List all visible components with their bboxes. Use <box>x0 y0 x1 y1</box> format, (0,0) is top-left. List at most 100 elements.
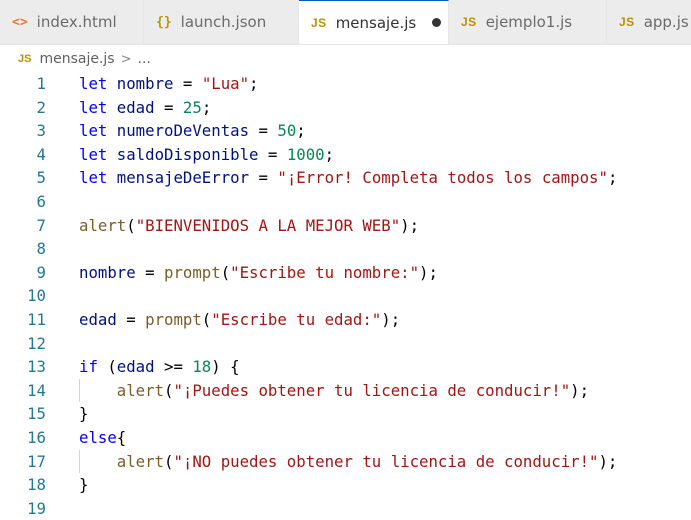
token-pun: ( <box>201 309 212 329</box>
token-pun <box>79 381 117 400</box>
token-kw: if <box>79 357 98 377</box>
token-fn: prompt <box>164 262 221 282</box>
token-pun: } <box>79 475 89 495</box>
editor-tab-bar: <> index.html {} launch.json JS mensaje.js JS e… <box>0 0 691 45</box>
token-pun <box>107 98 116 117</box>
code-line[interactable]: 13 if (edad >= 18) { <box>0 355 691 379</box>
breadcrumb-symbols[interactable]: ... <box>138 51 151 67</box>
token-var: edad <box>116 97 155 117</box>
code-line[interactable]: 15} <box>0 402 691 426</box>
token-var: nombre <box>79 262 136 282</box>
tab-label: app.js <box>643 13 689 31</box>
line-number: 8 <box>36 239 46 259</box>
token-str: "BIENVENIDOS A LA MEJOR WEB" <box>135 215 401 235</box>
code-line[interactable]: 7 alert("BIENVENIDOS A LA MEJOR WEB"); <box>0 214 691 238</box>
line-number: 9 <box>36 262 46 282</box>
line-number: 17 <box>27 451 46 471</box>
code-text: } <box>79 402 88 426</box>
token-pun <box>107 145 116 164</box>
code-text: } <box>79 473 88 497</box>
code-line[interactable]: 3 let numeroDeVentas = 50; <box>0 119 691 143</box>
code-text: alert("¡Puedes obtener tu licencia de co… <box>79 379 589 403</box>
tab-label: launch.json <box>180 13 267 31</box>
line-number: 1 <box>36 74 46 93</box>
breadcrumb: JS mensaje.js > ... <box>0 48 151 70</box>
token-kw: else <box>79 427 117 447</box>
token-pun: ); <box>381 309 401 329</box>
token-pun: = <box>249 121 278 141</box>
js-file-icon: JS <box>461 15 477 29</box>
token-fn: alert <box>116 380 165 400</box>
line-number: 13 <box>27 357 46 377</box>
token-pun: { <box>116 427 127 447</box>
code-line[interactable]: 19 <box>0 497 691 520</box>
tab-app-js[interactable]: JS app.js <box>607 0 691 44</box>
code-line[interactable]: 1 let nombre = "Lua"; <box>0 72 691 96</box>
token-pun: = <box>135 262 165 282</box>
code-line[interactable]: 18} <box>0 473 691 497</box>
line-number: 10 <box>27 286 46 306</box>
tab-launch-json[interactable]: {} launch.json <box>144 0 299 44</box>
code-line[interactable]: 8 <box>0 237 691 261</box>
code-line[interactable]: 2 let edad = 25; <box>0 96 691 120</box>
code-text: let numeroDeVentas = 50; <box>79 119 306 143</box>
json-file-icon: {} <box>156 14 172 30</box>
tab-label: index.html <box>36 13 117 31</box>
line-number: 12 <box>27 333 46 353</box>
token-kw: let <box>79 97 108 117</box>
tab-mensaje-js[interactable]: JS mensaje.js <box>299 0 449 44</box>
token-num: 1000 <box>286 144 325 164</box>
breadcrumb-file[interactable]: mensaje.js <box>39 51 114 67</box>
line-number: 5 <box>36 168 46 188</box>
token-fn: alert <box>79 215 127 235</box>
token-pun: = <box>154 97 183 117</box>
code-line[interactable]: 5 let mensajeDeError = "¡Error! Completa … <box>0 166 691 190</box>
code-line[interactable]: 14 alert("¡Puedes obtener tu licencia de… <box>0 378 691 403</box>
code-text: let saldoDisponible = 1000; <box>79 143 334 167</box>
line-number: 14 <box>27 380 46 400</box>
line-number: 2 <box>36 97 46 117</box>
token-pun <box>107 168 116 187</box>
token-str: "Lua" <box>201 74 250 93</box>
js-file-icon: JS <box>619 15 635 29</box>
line-number: 6 <box>36 191 46 211</box>
token-kw: let <box>79 74 108 93</box>
token-var: mensajeDeError <box>116 168 250 188</box>
unsaved-dot-icon[interactable] <box>432 18 442 27</box>
code-line[interactable]: 9 nombre = prompt("Escribe tu nombre:"); <box>0 261 691 285</box>
tab-index-html[interactable]: <> index.html <box>0 0 144 44</box>
token-str: "¡Puedes obtener tu licencia de conducir… <box>173 380 571 400</box>
token-pun: >= <box>154 357 193 377</box>
line-number: 3 <box>36 121 46 141</box>
code-line[interactable]: 12 <box>0 332 691 356</box>
code-line[interactable]: 17 alert("¡NO puedes obtener tu licencia… <box>0 449 691 474</box>
line-number: 15 <box>27 404 46 424</box>
token-num: 18 <box>192 357 212 377</box>
token-pun: ) { <box>211 357 240 377</box>
tab-ejemplo1-js[interactable]: JS ejemplo1.js <box>449 0 607 44</box>
token-pun: ; <box>201 97 212 117</box>
token-str: "¡NO puedes obtener tu licencia de condu… <box>173 451 599 471</box>
html-file-icon: <> <box>12 14 28 30</box>
token-var: edad <box>79 309 117 329</box>
code-text: else{ <box>79 426 126 450</box>
code-text: edad = prompt("Escribe tu edad:"); <box>79 308 400 332</box>
code-line[interactable]: 6 <box>0 190 691 214</box>
code-line[interactable]: 16 else{ <box>0 426 691 450</box>
code-editor[interactable]: 1 let nombre = "Lua"; 2 let edad = 25; 3 let … <box>0 72 691 518</box>
code-line[interactable]: 10 <box>0 284 691 308</box>
token-str: "Escribe tu edad:" <box>211 309 382 329</box>
token-pun <box>79 452 117 471</box>
code-line[interactable]: 4 let saldoDisponible = 1000; <box>0 143 691 167</box>
code-line[interactable]: 11 edad = prompt("Escribe tu edad:"); <box>0 308 691 332</box>
token-pun: ; <box>296 121 306 141</box>
token-pun: ( <box>97 357 117 377</box>
token-fn: prompt <box>145 309 202 329</box>
code-text: nombre = prompt("Escribe tu nombre:"); <box>79 261 438 285</box>
line-number: 16 <box>27 427 46 447</box>
token-kw: let <box>79 144 108 164</box>
line-number: 18 <box>27 475 46 495</box>
token-str: "Escribe tu nombre:" <box>230 262 420 282</box>
token-pun: ); <box>419 262 438 282</box>
tab-label: ejemplo1.js <box>485 13 573 31</box>
